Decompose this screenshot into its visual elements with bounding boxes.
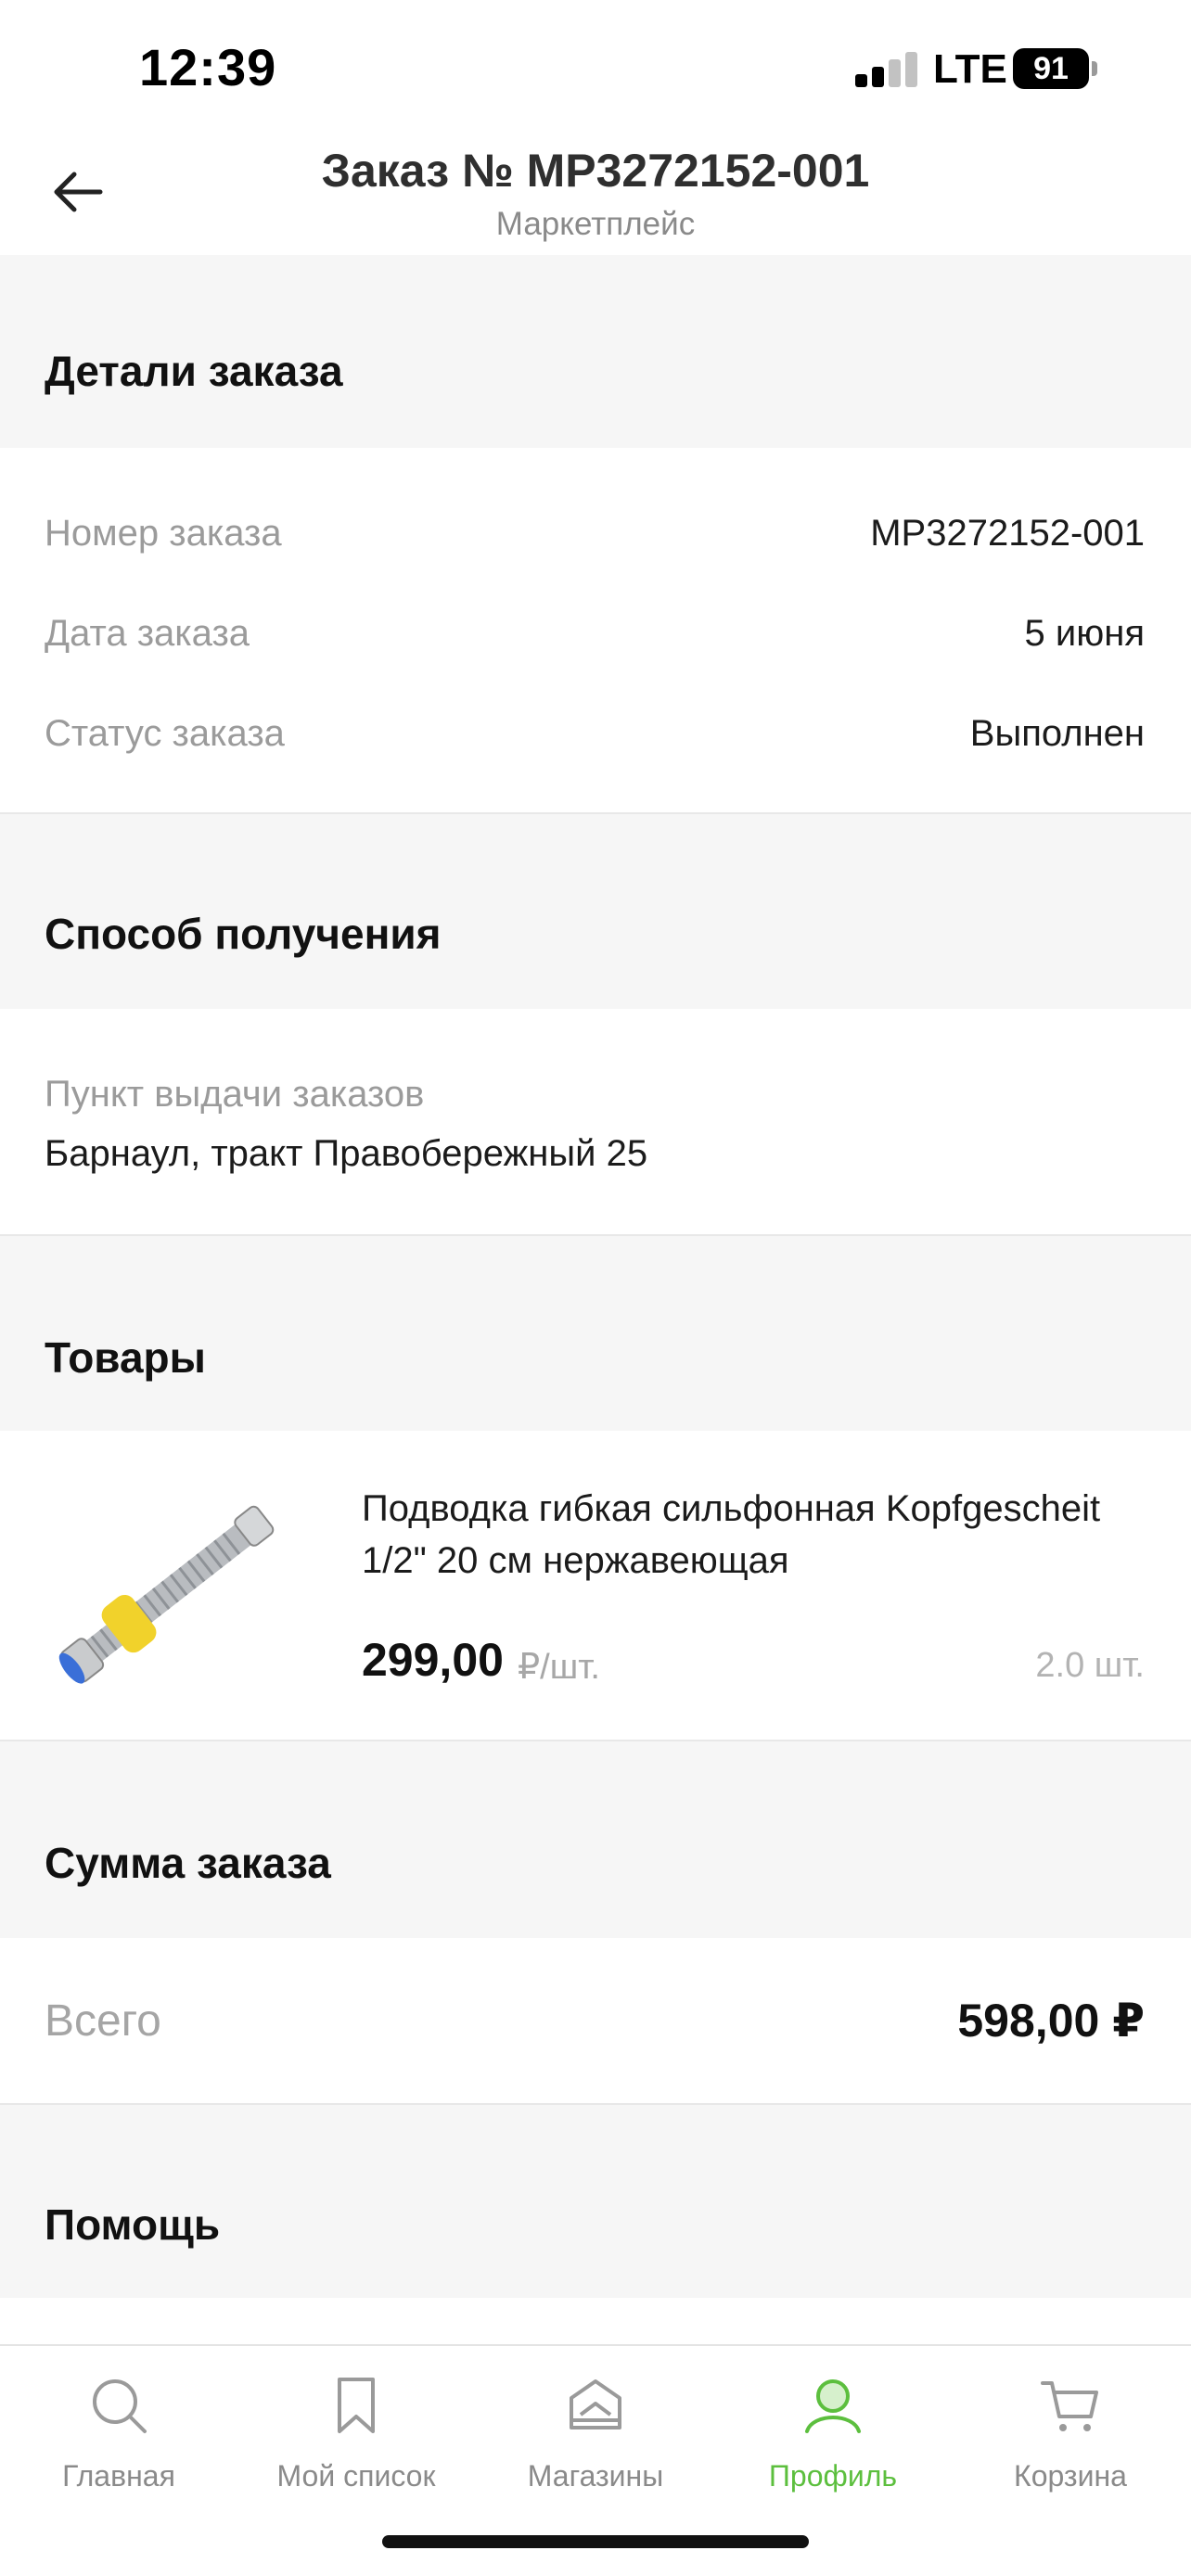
signal-icon [855, 50, 920, 87]
summary-body: Всего 598,00 ₽ [0, 1938, 1191, 2105]
status-bar: 12:39 LTE 91 [0, 0, 1191, 139]
order-date-label: Дата заказа [45, 613, 250, 654]
pickup-address: Барнаул, тракт Правобережный 25 [45, 1133, 648, 1174]
delivery-header: Способ получения [0, 814, 1191, 1009]
pickup-label: Пункт выдачи заказов [45, 1074, 425, 1115]
bookmark-icon [327, 2376, 386, 2435]
status-time: 12:39 [139, 38, 277, 96]
tab-my-list[interactable]: Мой список [237, 2363, 475, 2502]
order-date-value: 5 июня [1024, 613, 1145, 654]
section-title: Сумма заказа [45, 1839, 331, 1887]
page-subtitle: Маркетплейс [495, 206, 696, 242]
order-number-value: МР3272152-001 [870, 513, 1145, 554]
section-title: Товары [45, 1333, 206, 1382]
help-header[interactable]: Помощь [0, 2105, 1191, 2298]
battery-icon: 91 [1013, 48, 1089, 89]
tab-label: Профиль [768, 2459, 898, 2493]
cart-icon [1041, 2376, 1100, 2435]
product-quantity: 2.0 шт. [1035, 1646, 1145, 1685]
section-title: Способ получения [45, 910, 442, 958]
product-price-unit: ₽/шт. [518, 1648, 600, 1687]
tab-label: Корзина [1014, 2459, 1127, 2493]
order-details-body: Номер заказа МР3272152-001 Дата заказа 5… [0, 448, 1191, 814]
tab-cart[interactable]: Корзина [952, 2363, 1189, 2502]
tab-stores[interactable]: Магазины [477, 2363, 714, 2502]
products-header: Товары [0, 1236, 1191, 1431]
tab-label: Мой список [276, 2459, 436, 2493]
total-value: 598,00 ₽ [957, 1995, 1145, 2047]
order-number-label: Номер заказа [45, 513, 282, 554]
product-price: 299,00 [362, 1634, 504, 1686]
page-title: Заказ № МР3272152-001 [321, 145, 870, 197]
tab-label: Главная [62, 2459, 175, 2493]
home-indicator [382, 2535, 809, 2548]
order-page: 12:39 LTE 91 Заказ № МР3272152-001 Марке… [0, 0, 1191, 2576]
delivery-body: Пункт выдачи заказов Барнаул, тракт Прав… [0, 1009, 1191, 1236]
store-icon [566, 2376, 625, 2435]
order-status-value: Выполнен [969, 713, 1145, 754]
header: Заказ № МР3272152-001 Маркетплейс [0, 139, 1191, 255]
section-title: Помощь [45, 2200, 221, 2249]
product-item[interactable]: Подводка гибкая сильфонная Kopfgescheit … [0, 1431, 1191, 1741]
tab-home[interactable]: Главная [0, 2363, 237, 2502]
order-details-header: Детали заказа [0, 255, 1191, 448]
profile-icon [803, 2376, 863, 2435]
network-label: LTE [933, 46, 1007, 92]
product-name[interactable]: Подводка гибкая сильфонная Kopfgescheit … [362, 1483, 1159, 1587]
product-image[interactable] [45, 1486, 295, 1700]
tab-label: Магазины [527, 2459, 664, 2493]
order-status-label: Статус заказа [45, 713, 285, 754]
summary-header: Сумма заказа [0, 1741, 1191, 1938]
section-title: Детали заказа [45, 347, 343, 395]
total-label: Всего [45, 1996, 161, 2046]
battery-tip [1092, 61, 1097, 76]
search-icon [89, 2376, 148, 2435]
tab-profile[interactable]: Профиль [714, 2363, 952, 2502]
